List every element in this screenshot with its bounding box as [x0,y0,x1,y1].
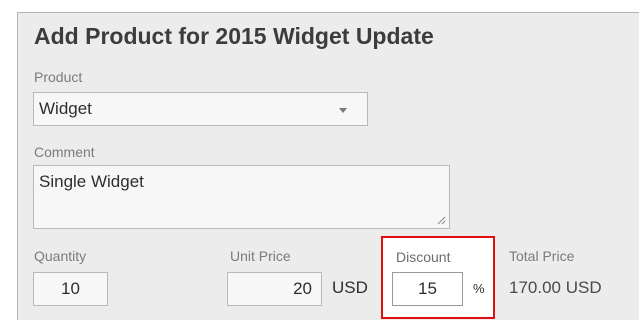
add-product-panel: Add Product for 2015 Widget Update Produ… [17,12,639,320]
chevron-down-icon [339,108,347,113]
unit-price-input-value: 20 [293,279,312,298]
discount-label: Discount [396,249,451,265]
quantity-input[interactable]: 10 [33,272,108,306]
unit-price-currency: USD [332,278,368,297]
total-price-value: 170.00 USD [509,278,602,297]
quantity-label: Quantity [34,248,87,264]
comment-label: Comment [34,144,95,160]
comment-textarea[interactable]: Single Widget [33,165,450,229]
unit-price-label: Unit Price [230,248,291,264]
product-select[interactable]: Widget [33,92,368,126]
discount-highlight-box: Discount 15 % [381,236,495,319]
product-label: Product [34,69,83,85]
resize-grip-icon[interactable] [437,216,446,225]
discount-input[interactable]: 15 [392,272,463,306]
total-price-label: Total Price [509,248,575,264]
discount-input-value: 15 [418,279,437,298]
comment-textarea-value: Single Widget [39,172,144,191]
page-title: Add Product for 2015 Widget Update [34,23,434,49]
product-select-value: Widget [39,99,92,118]
discount-percent-unit: % [473,281,485,296]
unit-price-input[interactable]: 20 [227,272,322,306]
quantity-input-value: 10 [61,279,80,298]
